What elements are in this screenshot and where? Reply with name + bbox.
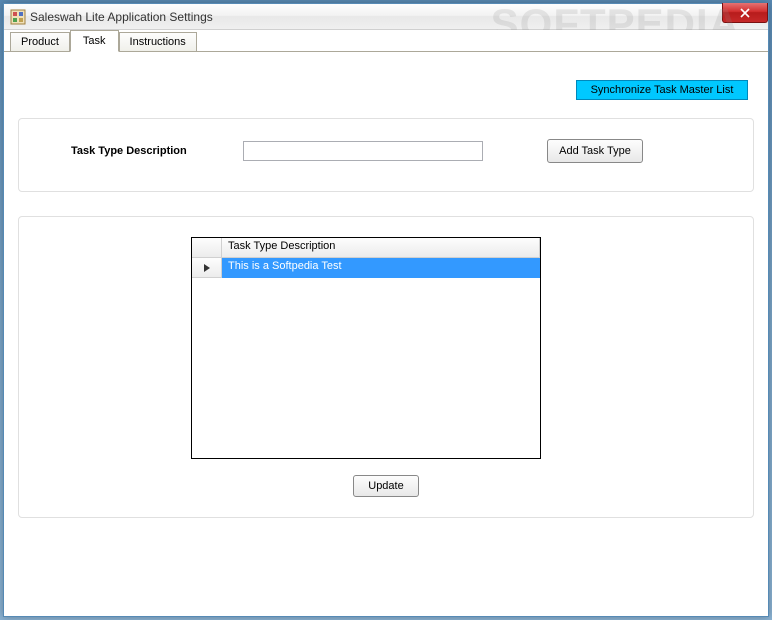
window-title: Saleswah Lite Application Settings	[30, 10, 213, 24]
tabstrip: Product Task Instructions	[4, 30, 768, 52]
tab-instructions[interactable]: Instructions	[119, 32, 197, 51]
add-task-type-button[interactable]: Add Task Type	[547, 139, 643, 163]
grid-cell[interactable]: This is a Softpedia Test	[222, 258, 540, 278]
task-type-list-group: Task Type Description This is a Softpedi…	[18, 216, 754, 518]
task-type-row: Task Type Description Add Task Type	[43, 139, 729, 163]
row-selector-icon	[203, 264, 211, 272]
close-icon	[740, 8, 750, 18]
task-type-input[interactable]	[243, 141, 483, 161]
task-type-grid[interactable]: Task Type Description This is a Softpedi…	[191, 237, 541, 459]
grid-row[interactable]: This is a Softpedia Test	[192, 258, 540, 278]
tab-content-task: Synchronize Task Master List Task Type D…	[4, 52, 768, 616]
close-button[interactable]	[722, 3, 768, 23]
tab-task[interactable]: Task	[70, 30, 119, 52]
update-button[interactable]: Update	[353, 475, 418, 497]
task-type-entry-group: Task Type Description Add Task Type	[18, 118, 754, 192]
grid-corner	[192, 238, 222, 257]
titlebar: Saleswah Lite Application Settings	[4, 4, 768, 30]
task-type-label: Task Type Description	[43, 145, 223, 157]
grid-header: Task Type Description	[192, 238, 540, 258]
app-window: Saleswah Lite Application Settings SOFTP…	[3, 3, 769, 617]
grid-column-header[interactable]: Task Type Description	[222, 238, 540, 257]
synchronize-button[interactable]: Synchronize Task Master List	[576, 80, 748, 100]
tab-product[interactable]: Product	[10, 32, 70, 51]
grid-row-indicator	[192, 258, 222, 278]
app-icon	[10, 9, 26, 25]
